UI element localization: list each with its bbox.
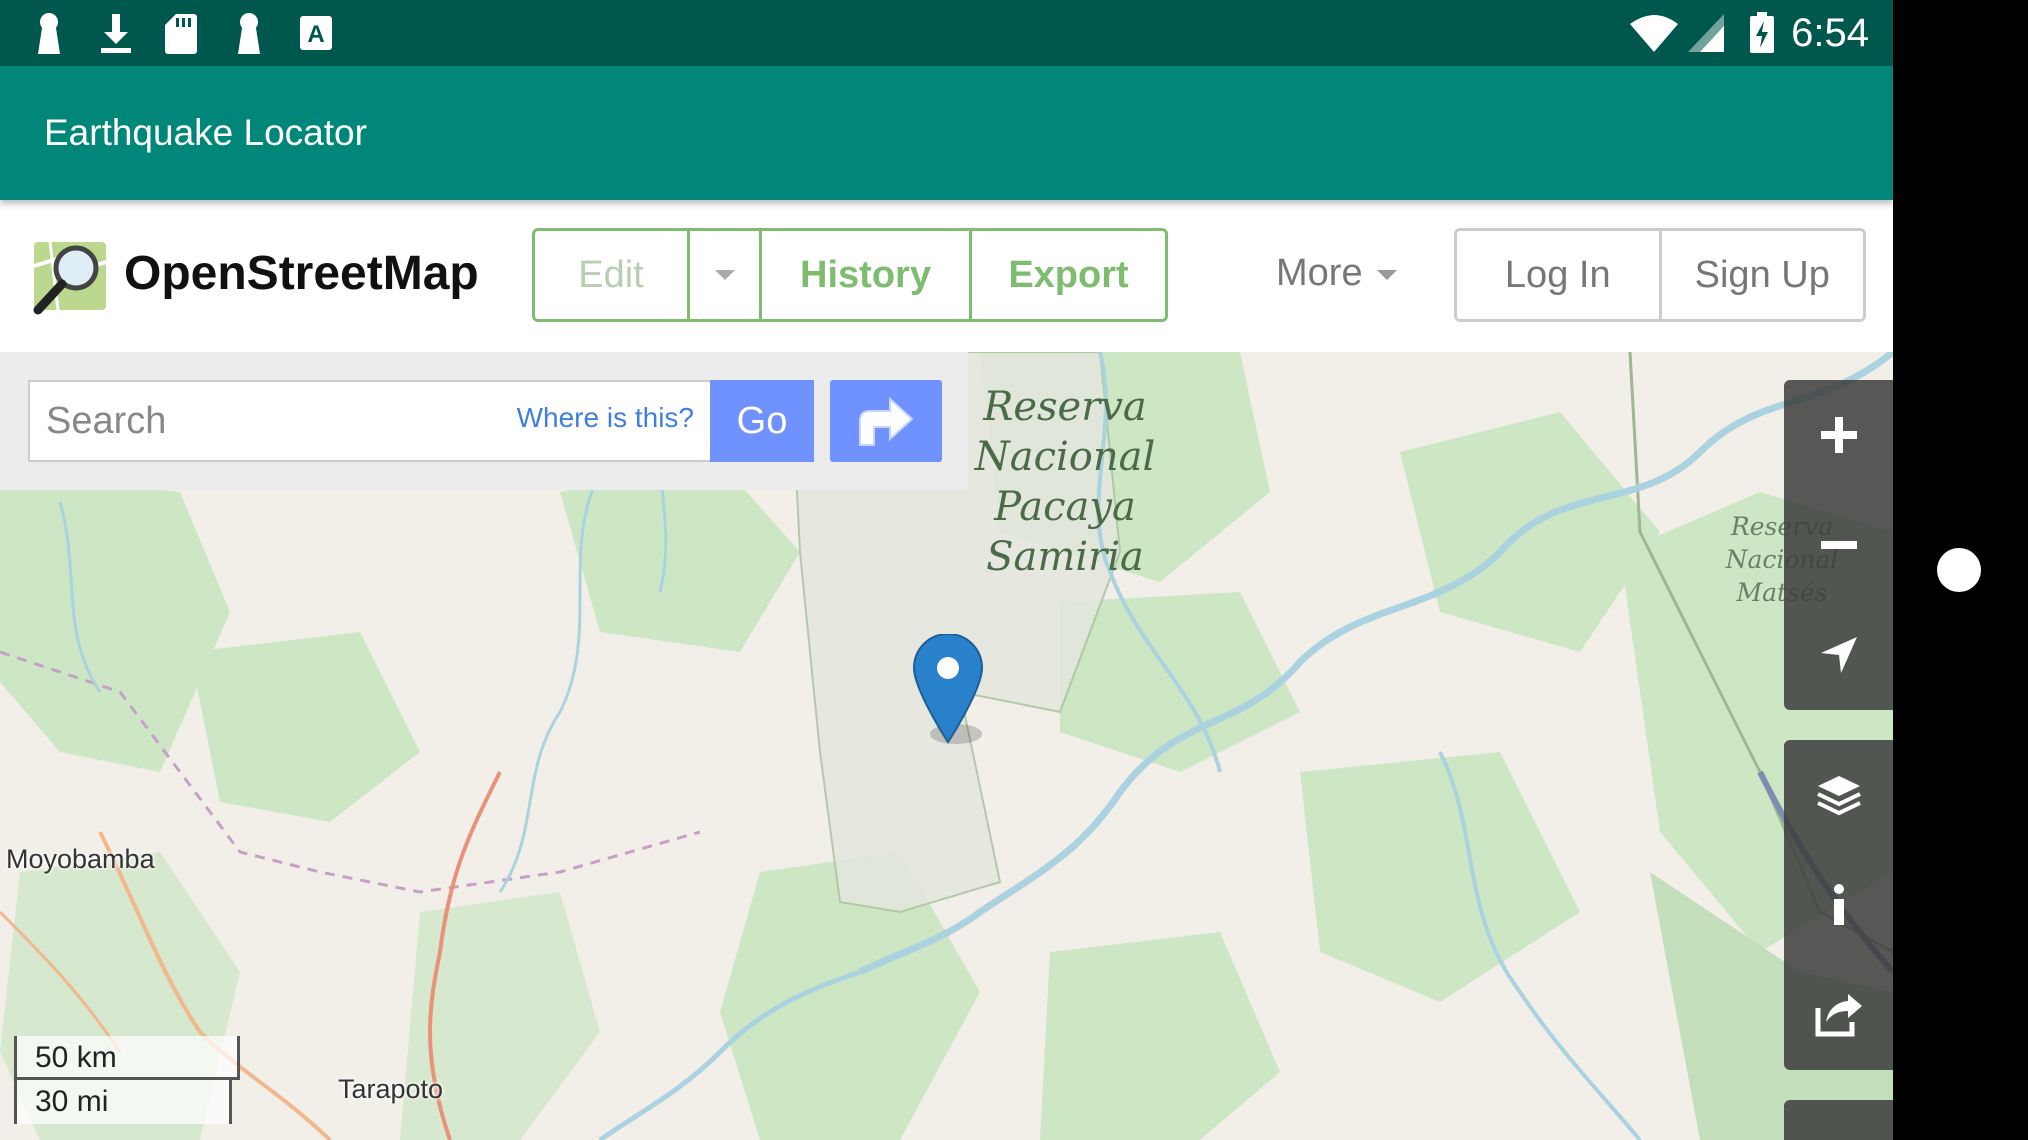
share-icon [1815, 994, 1862, 1037]
clock: 6:54 [1791, 11, 1869, 55]
zoom-out-icon [1821, 541, 1857, 549]
go-button[interactable]: Go [710, 380, 814, 462]
city-label-tarapoto: Tarapoto [338, 1074, 444, 1104]
app-bar: Earthquake Locator [0, 66, 1893, 200]
font-a-icon: A [300, 16, 332, 50]
osm-brand[interactable]: OpenStreetMap [124, 246, 479, 301]
auth-button-group: Log In Sign Up [1454, 228, 1866, 322]
layers-icon [1817, 776, 1861, 816]
city-label-moyobamba: Moyobamba [6, 844, 155, 874]
location-marker-icon[interactable] [912, 634, 992, 754]
history-button[interactable]: History [759, 231, 969, 319]
search-input[interactable]: Search Where is this? [28, 380, 710, 462]
login-button[interactable]: Log In [1457, 231, 1659, 319]
map-controls-top [1784, 380, 1893, 710]
osm-logo-icon[interactable] [30, 236, 110, 316]
locate-button[interactable] [1784, 600, 1893, 710]
scale-mi: 30 mi [14, 1080, 232, 1124]
map-controls-extra [1784, 1100, 1893, 1140]
nav-button-group: Edit History Export [532, 228, 1168, 322]
info-icon [1834, 884, 1844, 925]
wifi-icon [1630, 15, 1678, 52]
signup-button[interactable]: Sign Up [1658, 231, 1864, 319]
map-scale: 50 km 30 mi [14, 1036, 240, 1124]
zoom-in-icon [1821, 417, 1857, 453]
more-label: More [1276, 252, 1363, 294]
keyhole-icon [38, 13, 60, 54]
search-panel: Search Where is this? Go [0, 352, 968, 490]
zoom-out-button[interactable] [1784, 490, 1893, 600]
chevron-down-icon [714, 270, 735, 280]
signal-icon [1688, 14, 1724, 52]
layers-button[interactable] [1784, 740, 1893, 850]
directions-button[interactable] [830, 380, 942, 462]
search-placeholder: Search [46, 400, 167, 442]
edit-button[interactable]: Edit [535, 231, 687, 319]
info-button[interactable] [1784, 850, 1893, 960]
directions-icon [859, 396, 914, 446]
osm-header: OpenStreetMap Edit History Export More L… [0, 200, 1893, 352]
more-menu[interactable]: More [1276, 252, 1397, 295]
export-button[interactable]: Export [969, 231, 1165, 319]
zoom-in-button[interactable] [1784, 380, 1893, 490]
status-bar: A 6:54 [0, 0, 1893, 66]
svg-text:A: A [307, 21, 324, 48]
where-is-this-link[interactable]: Where is this? [517, 402, 694, 434]
locate-icon [1821, 637, 1857, 673]
map-label-reserve-main: Reserva Nacional Pacaya Samiria [974, 384, 1156, 580]
share-button[interactable] [1784, 960, 1893, 1070]
chevron-down-icon [1376, 269, 1397, 280]
scale-km: 50 km [14, 1036, 240, 1080]
download-icon [101, 14, 131, 53]
home-button[interactable] [1937, 548, 1981, 592]
screen: A 6:54 Earthquake Locator OpenStreetMap … [0, 0, 1893, 1140]
app-title: Earthquake Locator [44, 112, 367, 153]
sd-card-icon [165, 14, 197, 54]
keyhole-icon [238, 13, 260, 54]
edit-dropdown-button[interactable] [687, 231, 759, 319]
battery-charging-icon [1750, 12, 1774, 53]
map-controls-bottom [1784, 740, 1893, 1070]
